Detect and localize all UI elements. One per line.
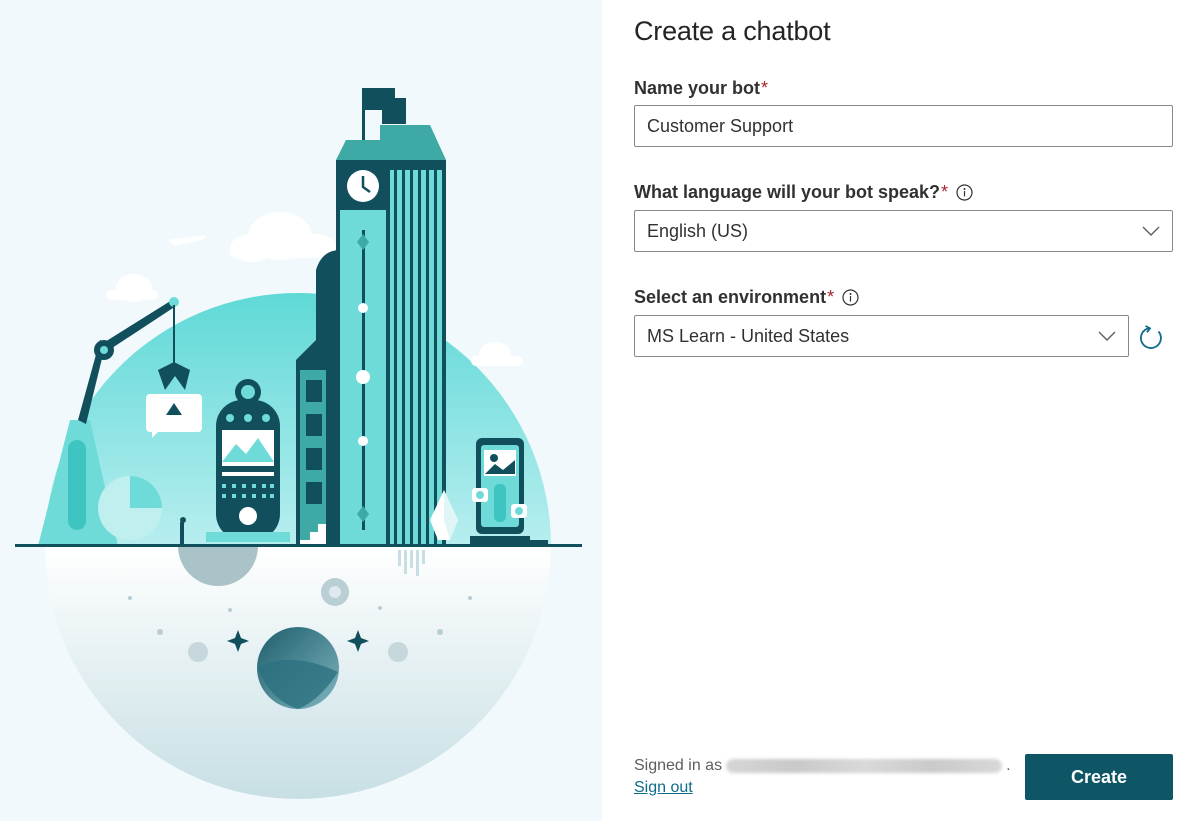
refresh-icon[interactable] [1138,325,1164,351]
language-label: What language will your bot speak? * [634,182,973,203]
info-icon[interactable] [956,184,973,201]
language-label-text: What language will your bot speak? [634,182,941,202]
required-marker: * [827,287,835,307]
environment-value: MS Learn - United States [647,325,850,346]
environment-label: Select an environment * [634,287,859,308]
environment-dropdown[interactable]: MS Learn - United States [634,315,1129,357]
name-label: Name your bot * [634,78,768,99]
chevron-down-icon [1098,331,1116,341]
city-illustration [15,88,582,799]
bot-name-value: Customer Support [647,115,794,136]
redacted-email [726,758,1003,773]
environment-label-text: Select an environment [634,287,827,307]
create-button[interactable]: Create [1025,754,1173,800]
info-icon[interactable] [842,289,859,306]
language-value: English (US) [647,220,749,241]
signed-in-prefix: Signed in as [634,757,723,774]
page-title: Create a chatbot [634,16,831,46]
bot-name-input[interactable]: Customer Support [634,105,1173,147]
signed-in-suffix: . [1006,757,1011,774]
signed-in-text: Signed in as. [634,757,1011,775]
sign-out-link[interactable]: Sign out [634,779,693,797]
name-label-text: Name your bot [634,78,761,98]
form-panel: Create a chatbot Name your bot * Customer… [602,0,1202,821]
required-marker: * [761,78,769,98]
required-marker: * [941,182,949,202]
illustration-panel [0,0,602,821]
chevron-down-icon [1142,226,1160,236]
language-dropdown[interactable]: English (US) [634,210,1173,252]
